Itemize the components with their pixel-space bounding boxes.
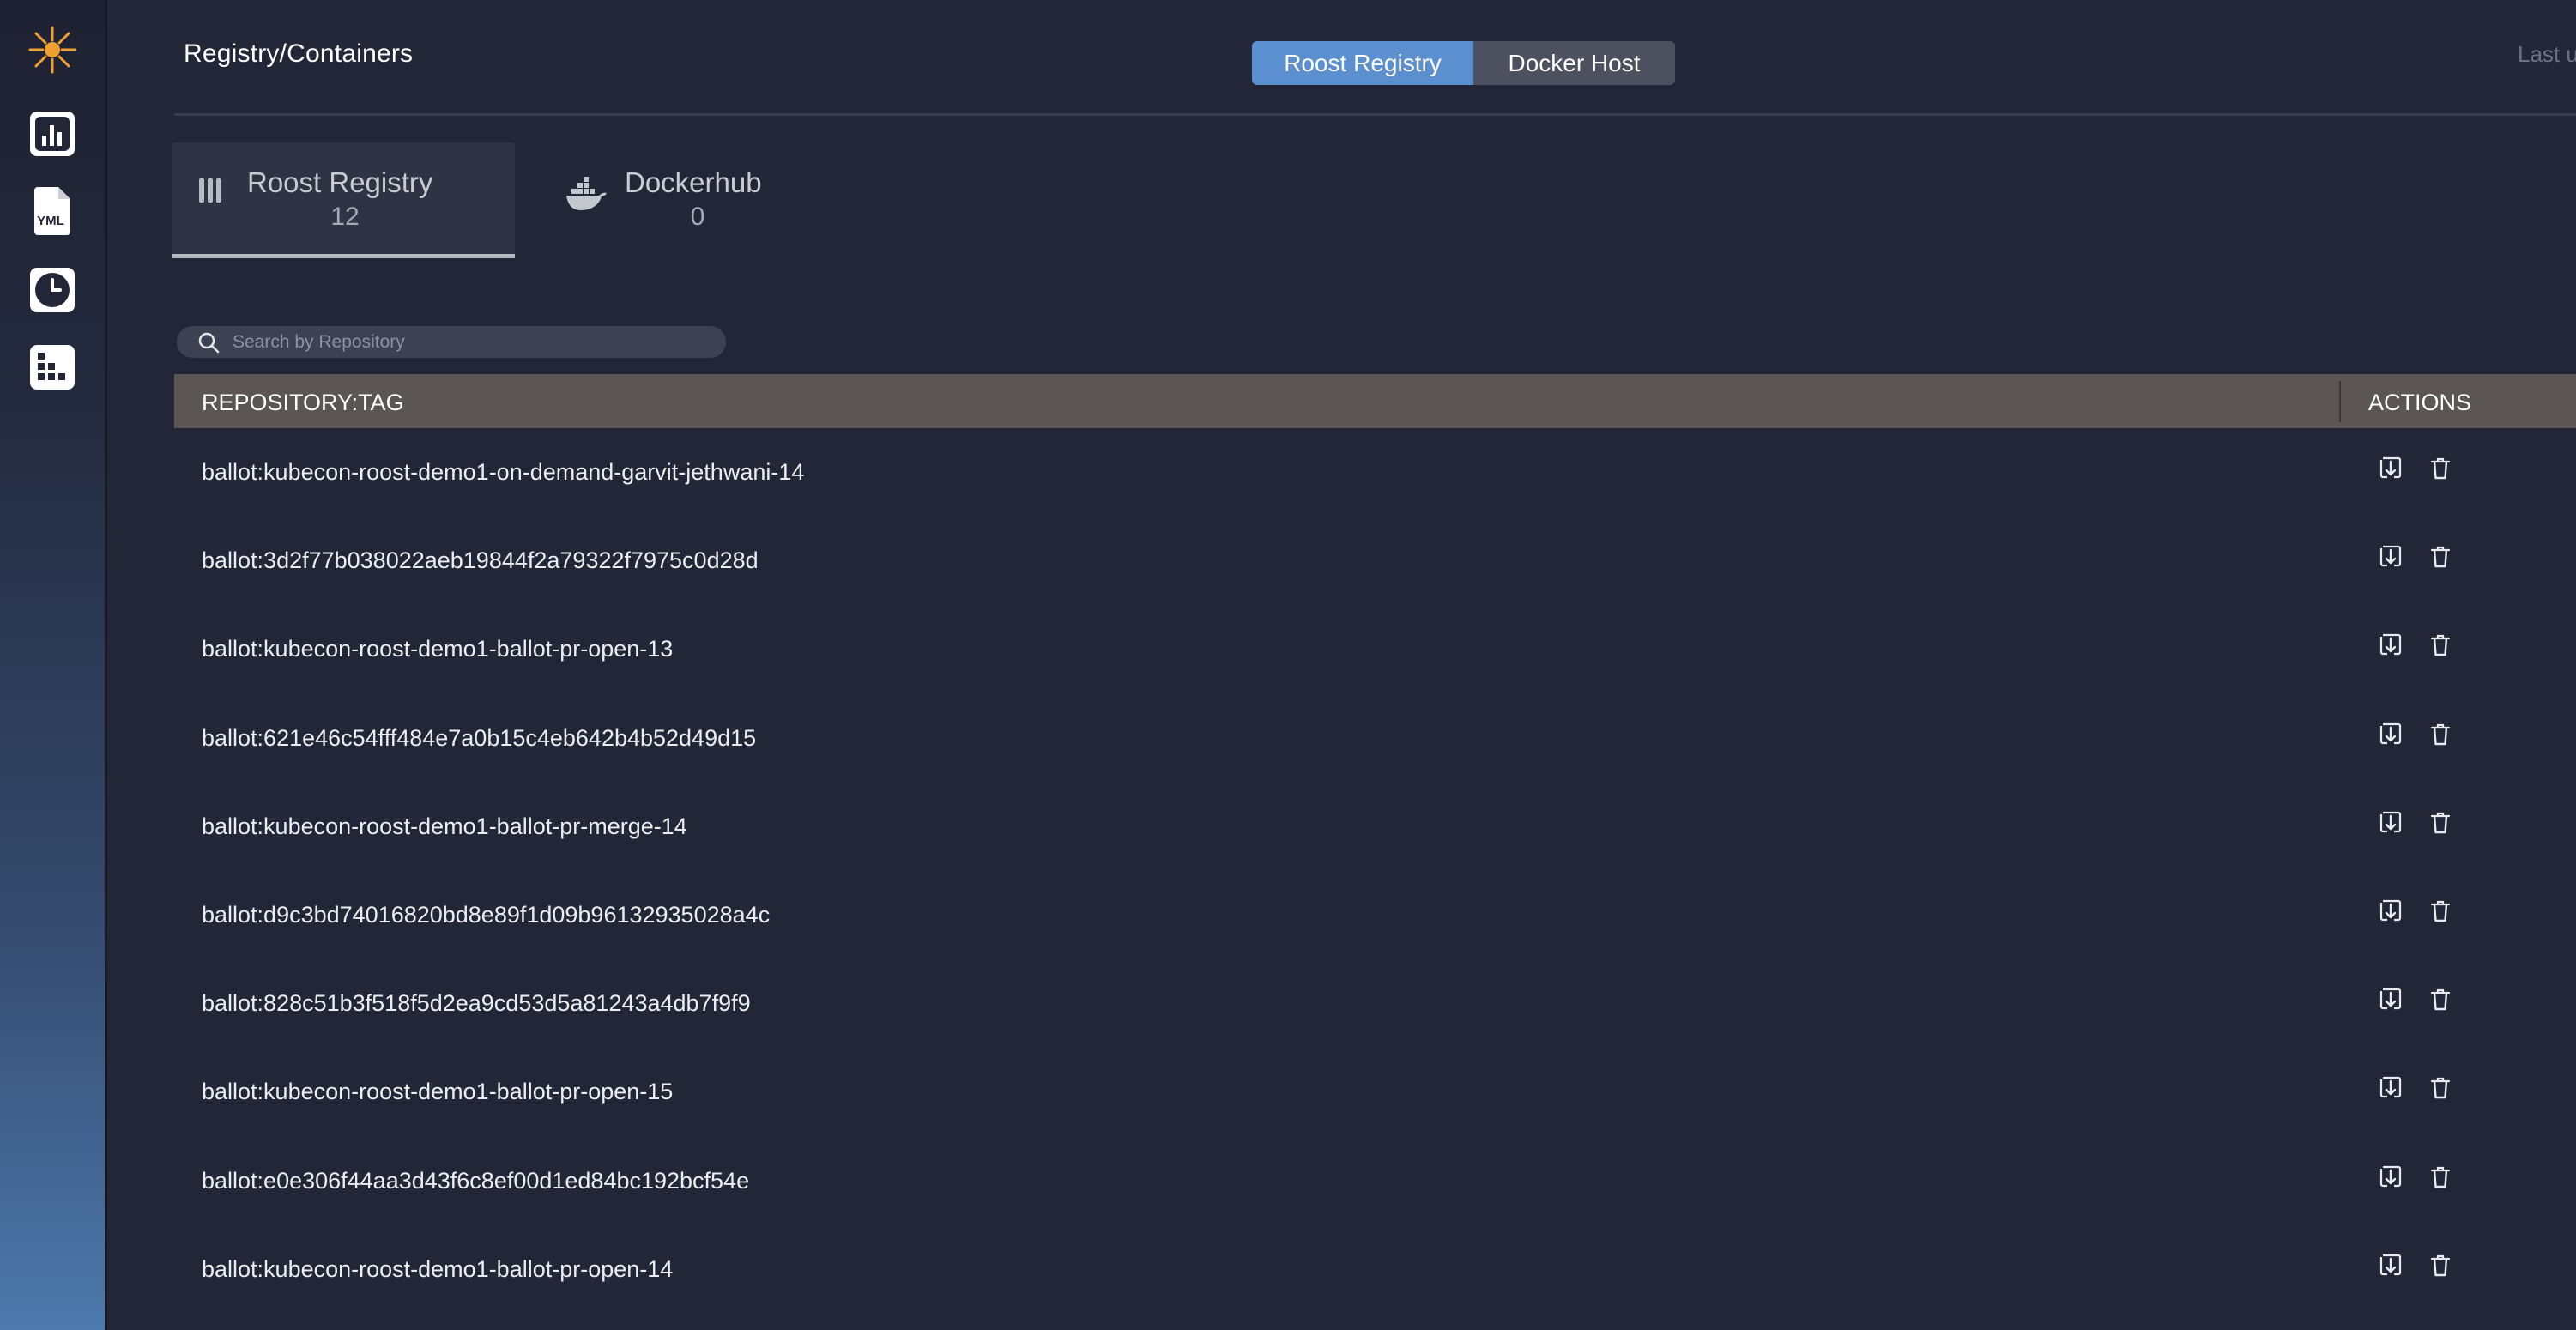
header-divider [174,113,2576,116]
tab-roost-registry[interactable]: Roost Registry [1252,41,1473,85]
trash-icon[interactable] [2427,1163,2454,1192]
pull-icon[interactable] [2377,720,2404,749]
repository-tag: ballot:kubecon-roost-demo1-ballot-pr-ope… [202,1079,674,1105]
trash-icon[interactable] [2427,454,2454,483]
docker-whale-icon [565,177,608,217]
pull-icon[interactable] [2377,1163,2404,1192]
repository-tag: ballot:kubecon-roost-demo1-on-demand-gar… [202,459,805,485]
registry-host-toggle: Roost Registry Docker Host [1252,41,1675,85]
table-row: ballot:kubecon-roost-demo1-on-demand-gar… [174,429,2576,517]
pull-icon[interactable] [2377,1251,2404,1280]
tab-docker-host[interactable]: Docker Host [1473,41,1675,85]
pull-icon[interactable] [2377,1073,2404,1103]
table-row: ballot:828c51b3f518f5d2ea9cd53d5a81243a4… [174,960,2576,1049]
history-nav-button[interactable] [30,268,75,312]
pull-icon[interactable] [2377,985,2404,1014]
repository-tag: ballot:828c51b3f518f5d2ea9cd53d5a81243a4… [202,990,751,1017]
column-header-actions: ACTIONS [2368,390,2472,415]
roost-registry-icon [199,177,223,209]
pull-icon[interactable] [2377,454,2404,483]
repository-tag: ballot:kubecon-roost-demo1-ballot-pr-ope… [202,636,674,662]
trash-icon[interactable] [2427,808,2454,837]
yml-file-icon: YML [33,187,72,235]
table-row: ballot:kubecon-roost-demo1-ballot-pr-mer… [174,783,2576,872]
search-box [177,326,726,358]
registry-card-count: 12 [330,203,360,231]
registry-grid-icon [30,345,75,390]
repository-tag: ballot:621e46c54fff484e7a0b15c4eb642b4b5… [202,724,757,751]
trash-icon[interactable] [2427,720,2454,749]
pull-icon[interactable] [2377,542,2404,571]
registry-card-name: Dockerhub [625,166,762,198]
registry-nav-button[interactable] [30,345,75,390]
pull-icon[interactable] [2377,808,2404,837]
repository-tag: ballot:kubecon-roost-demo1-ballot-pr-mer… [202,813,687,839]
svg-text:YML: YML [37,214,64,228]
search-icon [197,330,221,354]
last-updated-label: Last u [2518,41,2576,67]
page-title: Registry/Containers [184,39,414,68]
table-row: ballot:d9c3bd74016820bd8e89f1d09b9613293… [174,872,2576,960]
table-header: REPOSITORY:TAG ACTIONS [174,374,2576,428]
column-header-repository-tag[interactable]: REPOSITORY:TAG [202,390,404,416]
table-row: ballot:e0e306f44aa3d43f6c8ef00d1ed84bc19… [174,1138,2576,1226]
pull-icon[interactable] [2377,897,2404,926]
search-input[interactable] [231,330,715,354]
stats-icon [30,112,75,156]
repository-tag: ballot:e0e306f44aa3d43f6c8ef00d1ed84bc19… [202,1167,750,1194]
logo-icon[interactable] [27,24,78,76]
registry-card-roost[interactable]: Roost Registry 12 [172,142,515,258]
repository-tag: ballot:kubecon-roost-demo1-ballot-pr-ope… [202,1255,674,1282]
registry-card-dockerhub[interactable]: Dockerhub 0 [559,142,817,254]
trash-icon[interactable] [2427,1073,2454,1103]
table-row: ballot:kubecon-roost-demo1-ballot-pr-ope… [174,1226,2576,1315]
clock-icon [30,268,75,312]
table-row: ballot:3d2f77b038022aeb19844f2a79322f797… [174,517,2576,606]
registry-card-name: Roost Registry [247,166,433,198]
trash-icon[interactable] [2427,1251,2454,1280]
table-row: ballot:kubecon-roost-demo1-ballot-pr-ope… [174,1049,2576,1137]
stats-nav-button[interactable] [30,112,75,156]
trash-icon[interactable] [2427,897,2454,926]
yml-nav-button[interactable]: YML [30,187,75,235]
trash-icon[interactable] [2427,985,2454,1014]
repository-tag: ballot:3d2f77b038022aeb19844f2a79322f797… [202,547,759,574]
repository-tag: ballot:d9c3bd74016820bd8e89f1d09b9613293… [202,902,771,928]
trash-icon[interactable] [2427,542,2454,571]
column-divider [2339,381,2341,422]
registry-card-count: 0 [690,203,705,231]
sidebar: YML [0,0,107,1330]
pull-icon[interactable] [2377,631,2404,660]
trash-icon[interactable] [2427,631,2454,660]
table-row: ballot:621e46c54fff484e7a0b15c4eb642b4b5… [174,695,2576,783]
table-row: ballot:kubecon-roost-demo1-ballot-pr-ope… [174,606,2576,694]
